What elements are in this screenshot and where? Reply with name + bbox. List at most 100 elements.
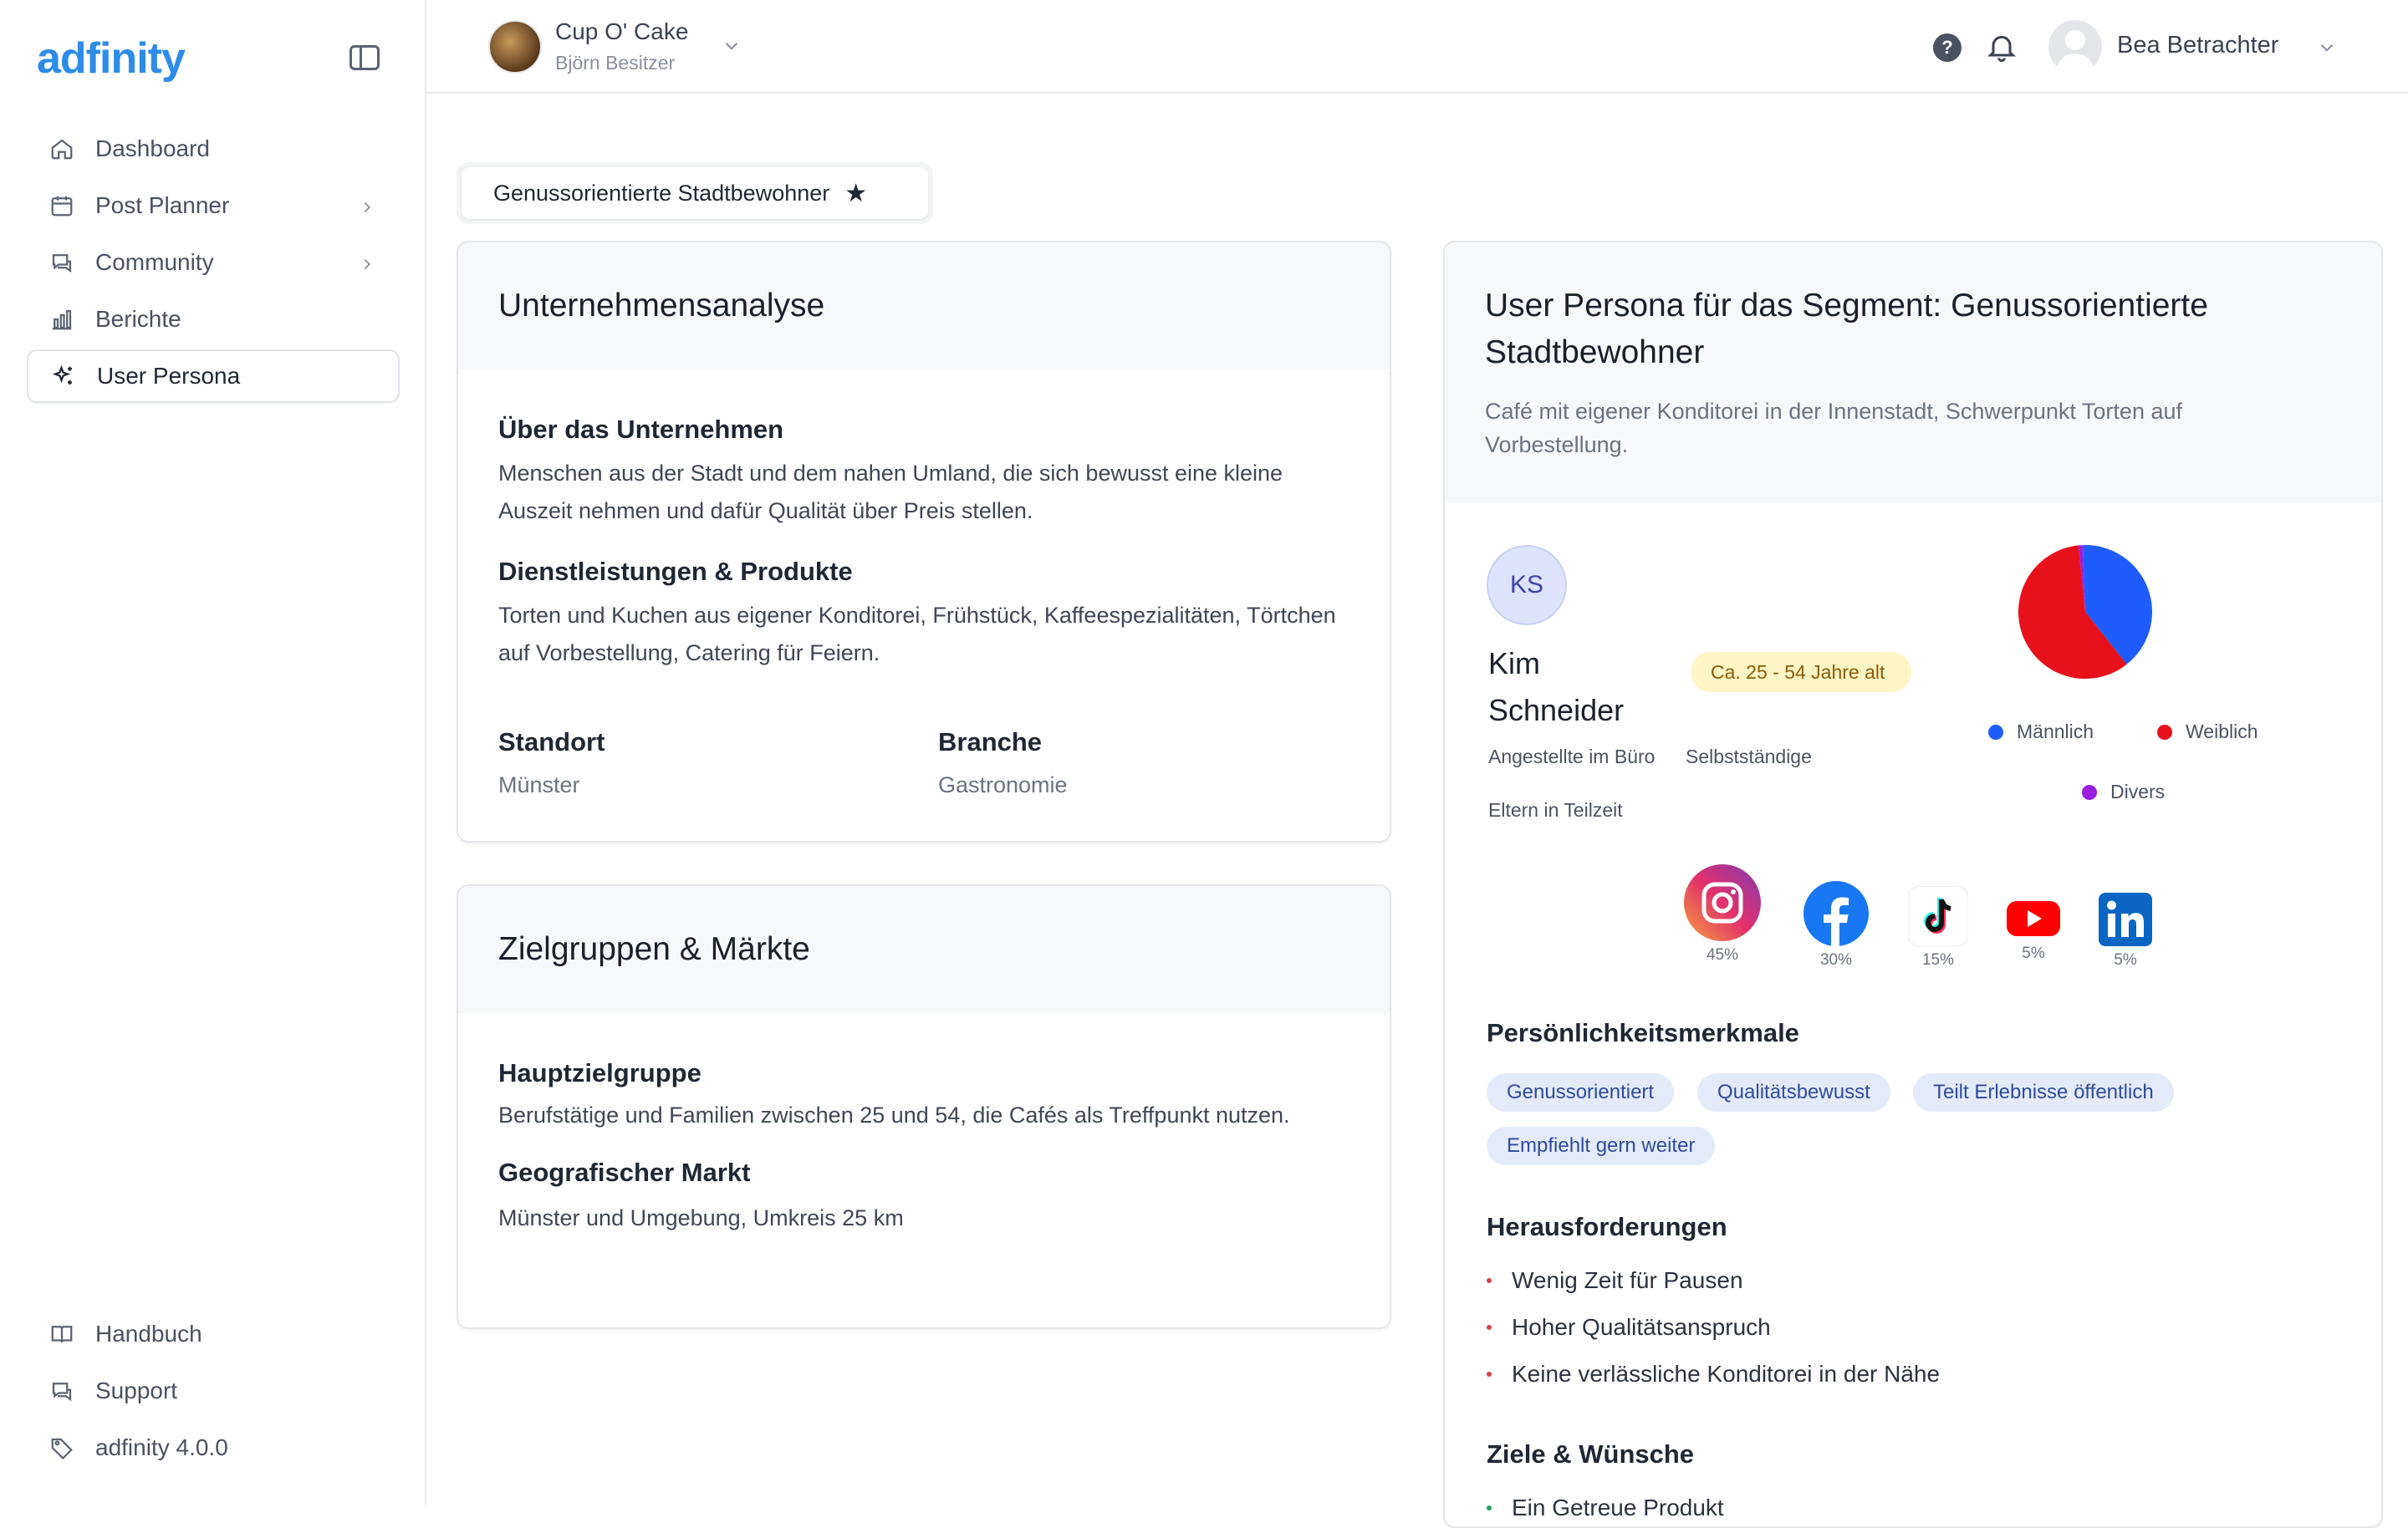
app-logo[interactable]: adfinity [37, 33, 186, 84]
card-title: User Persona für das Segment: Genussorie… [1485, 288, 2208, 370]
chevron-right-icon [358, 252, 376, 279]
trait-tag: Teilt Erlebnisse öffentlich [1913, 1073, 2174, 1112]
persona-role: Angestellte im Büro [1488, 746, 1656, 767]
home-icon [48, 135, 75, 162]
persona-first-name: Kim [1488, 646, 1540, 680]
geo-market-heading: Geografischer Markt [498, 1158, 751, 1187]
bullet-icon [1487, 1372, 1492, 1377]
sidebar-item-label: Support [95, 1378, 178, 1403]
card-title: Zielgruppen & Märkte [498, 931, 810, 967]
calendar-icon [48, 192, 75, 219]
social-share: 5% [2022, 945, 2045, 962]
social-linkedin[interactable]: 5% [2094, 893, 2157, 970]
chevron-right-icon [358, 196, 376, 222]
sidebar-item-label: Community [95, 249, 214, 275]
star-icon[interactable]: ★ [844, 179, 867, 208]
legend-label: Männlich [2017, 721, 2094, 742]
trait-tag: Qualitätsbewusst [1697, 1073, 1890, 1112]
social-tiktok[interactable]: 15% [1905, 885, 1972, 970]
brand-name[interactable]: Cup O' Cake [555, 18, 688, 45]
sidebar-item-community[interactable]: Community [27, 236, 400, 289]
sidebar-item-handbuch[interactable]: Handbuch [27, 1307, 400, 1361]
bell-icon[interactable] [1985, 30, 2018, 68]
help-icon[interactable]: ? [1933, 33, 1962, 62]
chat-icon [48, 249, 75, 276]
sidebar-item-support[interactable]: Support [27, 1364, 400, 1418]
about-text: Menschen aus der Stadt und dem nahen Uml… [498, 461, 1283, 523]
top-bar: Cup O' Cake Björn Besitzer ? Bea Betrach… [426, 0, 2408, 94]
user-persona-card: User Persona für das Segment: Genussorie… [1443, 241, 2383, 1528]
bullet-icon [1487, 1505, 1492, 1510]
industry-heading: Branche [938, 727, 1043, 756]
industry-value: Gastronomie [938, 772, 1068, 797]
sidebar-item-label: User Persona [97, 363, 241, 389]
social-facebook[interactable]: 30% [1801, 881, 1871, 970]
chevron-down-icon[interactable] [721, 35, 742, 61]
sparkles-icon [50, 363, 77, 390]
legend-dot [2157, 724, 2172, 740]
social-youtube[interactable]: 5% [2003, 898, 2064, 963]
social-share: 45% [1706, 946, 1739, 964]
sidebar-item-post-planner[interactable]: Post Planner [27, 179, 400, 232]
challenge-text: Hoher Qualitätsanspruch [1512, 1314, 1771, 1340]
sidebar-item-label: adfinity 4.0.0 [95, 1434, 228, 1460]
services-text: Torten und Kuchen aus eigener Konditorei… [498, 603, 1336, 665]
company-analysis-card: Unternehmensanalyse Über das Unternehmen… [457, 241, 1391, 843]
youtube-icon [2007, 901, 2060, 936]
sidebar-item-label: Berichte [95, 306, 181, 332]
secondary-nav: Handbuch Support adfinity 4.0.0 [27, 1307, 400, 1478]
legend-label: Divers [2110, 781, 2166, 802]
services-heading: Dienstleistungen & Produkte [498, 557, 853, 586]
main-audience-text: Berufstätige und Familien zwischen 25 un… [498, 1103, 1290, 1128]
segment-label: Genussorientierte Stadtbewohner [493, 180, 830, 206]
sidebar-item-label: Handbuch [95, 1321, 202, 1347]
book-icon [48, 1321, 75, 1347]
social-share: 5% [2114, 951, 2137, 969]
user-name[interactable]: Bea Betrachter [2117, 32, 2278, 59]
linkedin-icon [2099, 893, 2152, 946]
chevron-down-icon[interactable] [2316, 37, 2338, 63]
bullet-icon [1487, 1325, 1492, 1330]
persona-role: Selbstständige [1686, 746, 1812, 767]
goals-heading: Ziele & Wünsche [1487, 1439, 1695, 1469]
chat-icon [48, 1378, 75, 1404]
sidebar-item-user-persona[interactable]: User Persona [27, 349, 400, 403]
about-heading: Über das Unternehmen [498, 415, 784, 444]
goal-item: Ein Getreue Produkt [1487, 1495, 1724, 1521]
sidebar-collapse-icon[interactable] [349, 45, 380, 70]
location-value: Münster [498, 772, 580, 797]
sidebar-item-dashboard[interactable]: Dashboard [27, 122, 400, 176]
geo-market-text: Münster und Umgebung, Umkreis 25 km [498, 1205, 904, 1230]
persona-name: Kim Schneider [1488, 640, 1624, 734]
tag-icon [48, 1434, 75, 1461]
legend-dot [2082, 784, 2097, 800]
challenge-item: Wenig Zeit für Pausen [1487, 1267, 1743, 1294]
age-badge: Ca. 25 - 54 Jahre alt [1691, 652, 1911, 692]
challenge-text: Wenig Zeit für Pausen [1512, 1267, 1743, 1293]
tiktok-icon [1907, 885, 1969, 947]
persona-initials: KS [1487, 545, 1567, 625]
sidebar: adfinity Dashboard Post Planner Communit… [0, 0, 426, 1505]
sidebar-item-berichte[interactable]: Berichte [27, 293, 400, 346]
target-markets-card: Zielgruppen & Märkte Hauptzielgruppe Ber… [457, 884, 1391, 1329]
trait-tag: Empfiehlt gern weiter [1487, 1127, 1716, 1165]
sidebar-item-version[interactable]: adfinity 4.0.0 [27, 1421, 400, 1475]
facebook-icon [1803, 881, 1869, 946]
segment-tab[interactable]: Genussorientierte Stadtbewohner ★ [457, 162, 933, 224]
instagram-icon [1684, 864, 1761, 941]
legend-label: Weiblich [2186, 721, 2258, 742]
card-title: Unternehmensanalyse [498, 288, 825, 323]
challenges-heading: Herausforderungen [1487, 1212, 1727, 1241]
main-audience-heading: Hauptzielgruppe [498, 1058, 701, 1087]
gender-pie-chart [2018, 545, 2152, 679]
social-share: 30% [1819, 951, 1853, 969]
avatar[interactable] [2048, 20, 2102, 74]
location-heading: Standort [498, 727, 605, 756]
social-instagram[interactable]: 45% [1682, 864, 1763, 965]
persona-subtitle: Café mit eigener Konditorei in der Innen… [1485, 399, 2182, 457]
social-share: 15% [1921, 951, 1955, 969]
sidebar-item-label: Post Planner [95, 192, 230, 218]
challenge-text: Keine verlässliche Konditorei in der Näh… [1512, 1361, 1941, 1387]
brand-avatar[interactable] [488, 20, 542, 74]
bar-chart-icon [48, 306, 75, 333]
